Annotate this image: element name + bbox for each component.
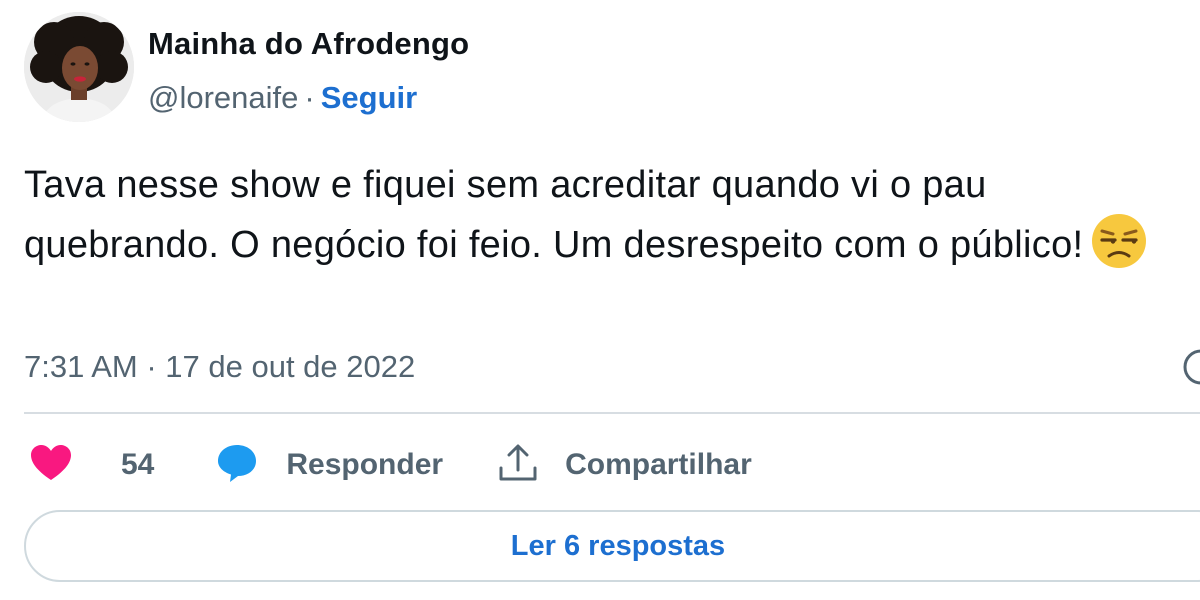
share-icon — [497, 442, 539, 489]
like-count: 54 — [121, 448, 155, 481]
author-block: Mainha do Afrodengo @lorenaife · Seguir — [148, 26, 469, 116]
divider — [24, 412, 1200, 414]
tweet-card: Mainha do Afrodengo @lorenaife · Seguir Ta… — [0, 0, 1200, 600]
read-replies-label: Ler 6 respostas — [510, 529, 726, 562]
speech-bubble-icon — [216, 443, 258, 488]
author-handle[interactable]: @lorenaife — [148, 80, 298, 115]
avatar[interactable] — [24, 12, 134, 122]
info-icon[interactable] — [1183, 349, 1200, 390]
tweet-body: Tava nesse show e fiquei sem acreditar q… — [24, 164, 1084, 266]
follow-link[interactable]: Seguir — [321, 80, 417, 115]
reply-label: Responder — [286, 448, 444, 481]
tweet-timestamp[interactable]: 7:31 AM · 17 de out de 2022 — [24, 347, 415, 387]
action-bar: 54 Responder Compartilhar — [30, 440, 752, 490]
author-meta: @lorenaife · Seguir — [148, 80, 469, 116]
heart-icon — [30, 444, 72, 487]
share-label: Compartilhar — [565, 448, 752, 481]
separator-dot: · — [304, 80, 315, 115]
profile-photo — [24, 12, 134, 122]
like-button[interactable]: 54 — [30, 444, 154, 487]
tweet-text: Tava nesse show e fiquei sem acreditar q… — [24, 157, 1189, 285]
unamused-face-icon — [1091, 213, 1147, 285]
read-replies-button[interactable]: Ler 6 respostas — [24, 510, 1200, 582]
author-display-name[interactable]: Mainha do Afrodengo — [148, 26, 469, 62]
share-button[interactable]: Compartilhar — [497, 442, 752, 489]
reply-button[interactable]: Responder — [216, 443, 443, 488]
